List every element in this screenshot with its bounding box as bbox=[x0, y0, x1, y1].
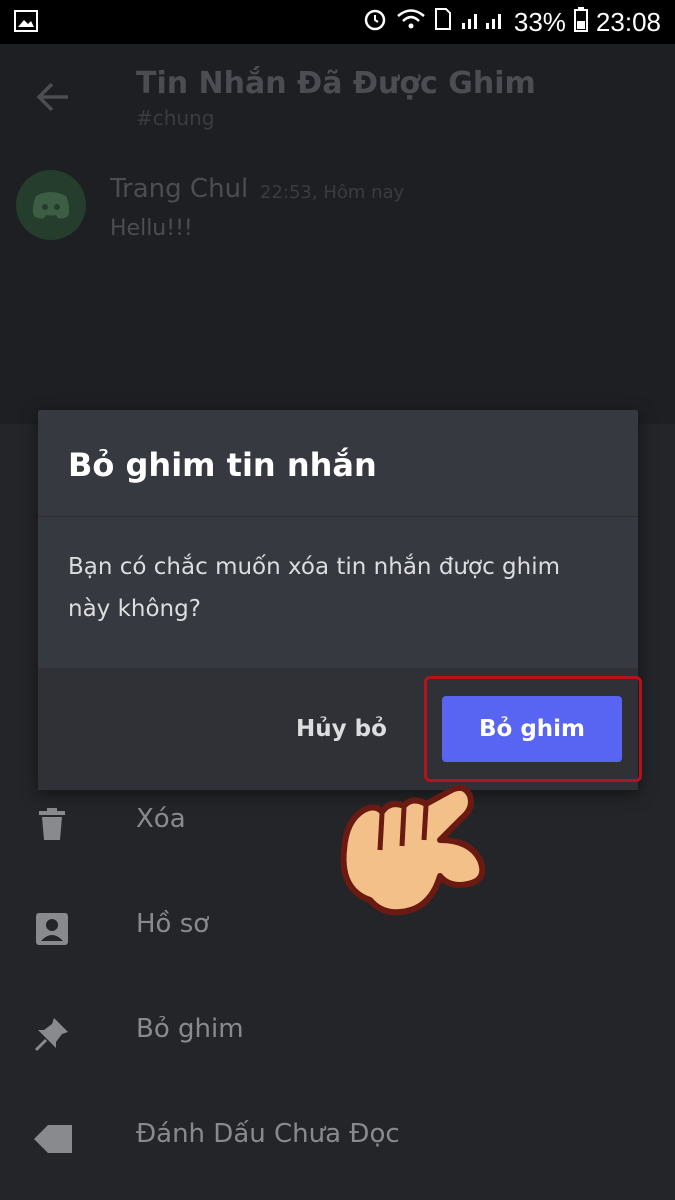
sheet-item-label: Hồ sơ bbox=[136, 909, 210, 939]
pinned-messages-panel: Tin Nhắn Đã Được Ghim #chung Trang Chul … bbox=[0, 44, 675, 424]
signal-icon bbox=[460, 7, 506, 38]
clock: 23:08 bbox=[595, 7, 661, 37]
message-timestamp: 22:53, Hôm nay bbox=[260, 182, 405, 203]
pointing-hand-icon bbox=[330, 780, 500, 930]
gallery-icon bbox=[14, 10, 38, 37]
tutorial-highlight-frame bbox=[424, 676, 642, 782]
wifi-icon bbox=[396, 7, 426, 38]
channel-name: #chung bbox=[136, 106, 215, 130]
alarm-icon bbox=[362, 6, 388, 39]
unread-tag-icon bbox=[34, 1121, 72, 1157]
pin-icon bbox=[34, 1016, 70, 1052]
battery-percent: 33% bbox=[513, 7, 566, 37]
page-title: Tin Nhắn Đã Được Ghim bbox=[136, 66, 536, 101]
discord-logo-icon bbox=[32, 192, 70, 219]
status-bar: 33% 23:08 bbox=[0, 0, 675, 44]
sheet-item-label: Xóa bbox=[136, 804, 186, 834]
message-author[interactable]: Trang Chul bbox=[110, 174, 248, 204]
sheet-item-mark-unread[interactable]: Đánh Dấu Chưa Đọc bbox=[0, 1089, 675, 1189]
message-text: Hellu!!! bbox=[110, 216, 193, 241]
sheet-item-unpin[interactable]: Bỏ ghim bbox=[0, 984, 675, 1084]
trash-icon bbox=[34, 806, 70, 842]
profile-icon bbox=[34, 911, 70, 947]
dialog-message: Bạn có chắc muốn xóa tin nhắn được ghim … bbox=[68, 554, 560, 622]
back-arrow-icon[interactable] bbox=[36, 80, 70, 114]
avatar[interactable] bbox=[16, 170, 86, 240]
battery-icon bbox=[573, 6, 588, 39]
dialog-title: Bỏ ghim tin nhắn bbox=[68, 446, 377, 484]
cancel-button[interactable]: Hủy bỏ bbox=[296, 716, 387, 742]
sim-icon bbox=[434, 7, 452, 38]
sheet-item-label: Bỏ ghim bbox=[136, 1014, 244, 1044]
sheet-item-label: Đánh Dấu Chưa Đọc bbox=[136, 1119, 400, 1149]
dialog-header: Bỏ ghim tin nhắn bbox=[38, 410, 638, 517]
